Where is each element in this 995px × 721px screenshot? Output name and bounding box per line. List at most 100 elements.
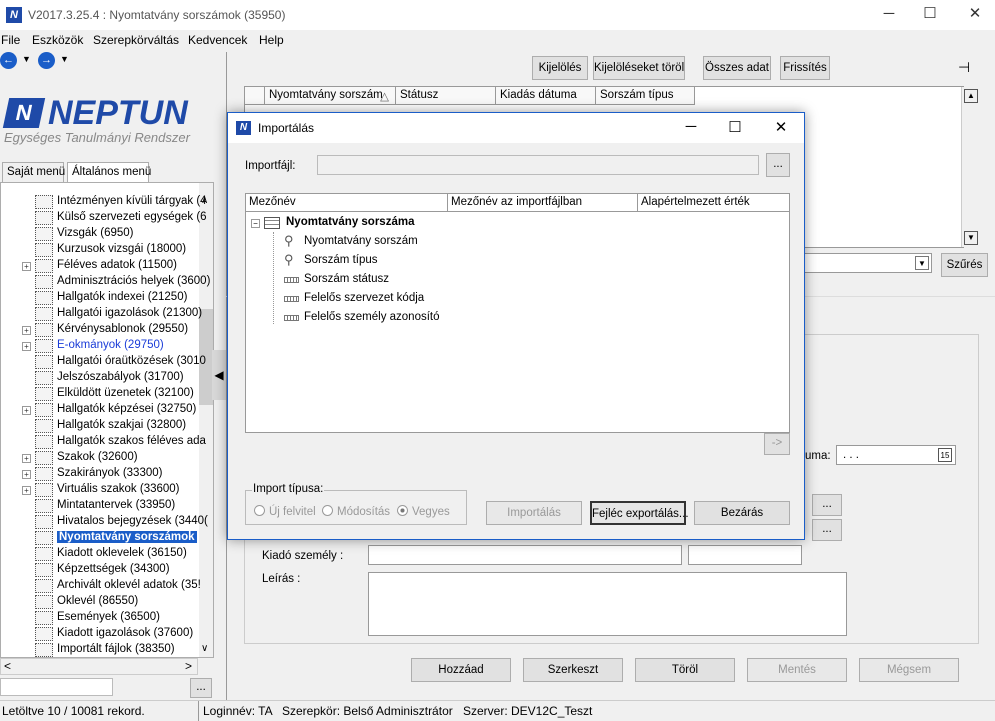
delete-button[interactable]: Töröl [635,658,735,682]
back-arrow-icon[interactable]: ← [0,52,17,69]
grid-header-number-type[interactable]: Sorszám típus [596,87,695,105]
tree-item[interactable]: Adminisztrációs helyek (3600) [1,274,210,290]
radio-mixed[interactable]: Vegyes [397,505,450,518]
expand-icon[interactable]: + [22,454,31,463]
export-header-button[interactable]: Fejléc exportálás... [590,501,689,525]
browse-button[interactable]: ... [766,153,790,177]
tree-search-field[interactable] [0,678,113,696]
tree-item[interactable]: Importált fájlok (38350) [1,642,201,657]
radio-modify-dot[interactable] [322,505,333,516]
tree-item[interactable]: Események (36500) [1,610,201,626]
tree-item[interactable]: Mintatantervek (33950) [1,498,201,514]
filter-button[interactable]: Szűrés [941,253,988,277]
description-textarea[interactable] [368,572,847,636]
import-file-field[interactable] [317,155,759,175]
collapse-icon[interactable]: − [251,219,260,228]
expand-icon[interactable]: + [22,342,31,351]
tree-item[interactable]: Archivált oklevél adatok (35! [1,578,201,594]
ellipsis-button-1[interactable]: ... [812,494,842,516]
grid-header-form-number[interactable]: Nyomtatvány sorszám △ [265,87,396,105]
tab-own-menu[interactable]: Saját menü [2,162,65,183]
grid-scrollbar[interactable]: ▲ ▼ [961,87,979,247]
radio-new-dot[interactable] [254,505,265,516]
pin-icon[interactable]: ⊣ [958,59,970,76]
tree-item[interactable]: Hallgatói igazolások (21300) [1,306,202,322]
tab-general-menu[interactable]: Általános menü [67,162,151,183]
forward-dropdown-icon[interactable]: ▼ [60,54,69,64]
date-field[interactable]: . . . 15 [836,445,956,465]
add-button[interactable]: Hozzáad [411,658,511,682]
tree-item[interactable]: Kiadott oklevelek (36150) [1,546,201,562]
map-arrow-button[interactable]: -> [764,433,790,455]
ellipsis-button-2[interactable]: ... [812,519,842,541]
select-button[interactable]: Kijelölés [532,56,588,80]
grid-header-status[interactable]: Státusz [396,87,496,105]
tree-item[interactable]: + Kérvénysablonok (29550) [1,322,201,338]
grid-header-issue-date[interactable]: Kiadás dátuma [496,87,596,105]
tree-item[interactable]: + Féléves adatok (11500) [1,258,201,274]
menu-favorites[interactable]: Kedvencek [188,33,247,47]
tree-item[interactable]: Hallgatók indexei (21250) [1,290,201,306]
maximize-button[interactable]: ☐ [907,0,953,30]
collapse-left-arrow-icon[interactable]: ◀ [214,368,223,382]
calendar-icon[interactable]: 15 [938,448,952,462]
tree-item[interactable]: Képzettségek (34300) [1,562,201,578]
menu-file[interactable]: File [1,33,20,47]
tree-item[interactable]: Vizsgák (6950) [1,226,201,242]
cancel-button[interactable]: Mégsem [859,658,959,682]
tree-item[interactable]: Külső szervezeti egységek (6 [1,210,207,226]
tree-horizontal-scrollbar[interactable]: < > [0,658,198,675]
import-button[interactable]: Importálás [486,501,582,525]
menu-role-switch[interactable]: Szerepkörváltás [93,33,179,47]
save-button[interactable]: Mentés [747,658,847,682]
radio-modify[interactable]: Módosítás [322,505,390,518]
tree-item[interactable]: + Hallgatók képzései (32750) [1,402,201,418]
tree-item[interactable]: Hivatalos bejegyzések (3440( [1,514,208,530]
tree-item[interactable]: Elküldött üzenetek (32100) [1,386,201,402]
scroll-right-icon[interactable]: > [185,659,192,673]
dialog-minimize-button[interactable]: ─ [681,118,701,135]
clear-selection-button[interactable]: Kijelöléseket töröl [593,56,685,80]
menu-tools[interactable]: Eszközök [32,33,83,47]
radio-new-record[interactable]: Új felvitel [254,505,316,518]
forward-arrow-icon[interactable]: → [38,52,55,69]
panel-collapse-splitter[interactable]: ◀ [212,350,226,400]
dropdown-arrow-icon[interactable]: ▼ [915,256,929,270]
menu-help[interactable]: Help [259,33,284,47]
tree-item[interactable]: + Szakok (32600) [1,450,201,466]
tree-search-button[interactable]: ... [190,678,212,698]
close-window-button[interactable]: ✕ [952,0,995,30]
radio-mixed-dot[interactable] [397,505,408,516]
back-dropdown-icon[interactable]: ▼ [22,54,31,64]
tree-item[interactable]: Hallgatói óraütközések (3010 [1,354,206,370]
close-dialog-button[interactable]: Bezárás [694,501,790,525]
tree-item[interactable]: Hallgatók szakjai (32800) [1,418,201,434]
all-data-button[interactable]: Összes adat [703,56,771,80]
tree-item[interactable]: Kiadott igazolások (37600) [1,626,201,642]
expand-icon[interactable]: + [22,486,31,495]
tree-item[interactable]: Hallgatók szakos féléves ada [1,434,206,450]
issuer-id-field[interactable] [688,545,802,565]
tree-item[interactable]: + E-okmányok (29750) [1,338,201,354]
issuer-name-field[interactable] [368,545,682,565]
tree-scrollbar[interactable]: ∧ ∨ [199,183,213,657]
mapping-header-field[interactable]: Mezőnév [246,194,448,212]
grid-scroll-up-icon[interactable]: ▲ [964,89,978,103]
tree-item[interactable]: Oklevél (86550) [1,594,201,610]
minimize-button[interactable]: ─ [866,0,912,30]
filter-dropdown[interactable]: ▼ [800,253,932,273]
tree-item[interactable]: Kurzusok vizsgái (18000) [1,242,201,258]
tree-item[interactable]: Jelszószabályok (31700) [1,370,201,386]
tree-item[interactable]: Intézményen kívüli tárgyak (4 [1,194,207,210]
tree-item[interactable]: + Virtuális szakok (33600) [1,482,201,498]
tree-item[interactable]: Nyomtatvány sorszámok [1,530,201,546]
scroll-left-icon[interactable]: < [4,659,11,673]
edit-button[interactable]: Szerkeszt [523,658,623,682]
expand-icon[interactable]: + [22,326,31,335]
refresh-button[interactable]: Frissítés [780,56,830,80]
expand-icon[interactable]: + [22,470,31,479]
mapping-header-import-field[interactable]: Mezőnév az importfájlban [448,194,638,212]
grid-scroll-down-icon[interactable]: ▼ [964,231,978,245]
dialog-maximize-button[interactable]: ☐ [725,118,745,136]
dialog-close-button[interactable]: ✕ [771,118,791,136]
